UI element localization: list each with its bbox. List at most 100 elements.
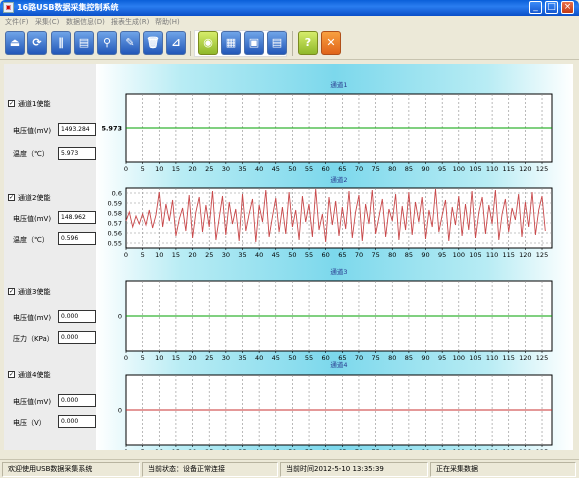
- channel-1-voltage-field[interactable]: 1493.284: [58, 123, 96, 136]
- chart-2-y-tick-label: 0.55: [108, 240, 122, 248]
- channel-4-voltage-label: 电压值(mV): [13, 398, 52, 406]
- channel-2-enable-checkbox[interactable]: ✓: [8, 194, 15, 201]
- chart-1-y-tick-label: 5.973: [101, 125, 122, 133]
- chart-3-title: 通道3: [330, 267, 347, 276]
- chart-1-x-tick-label: 45: [272, 165, 280, 173]
- toolbar-separator: [292, 31, 293, 56]
- chart-1-x-tick-label: 60: [322, 165, 330, 173]
- close-button[interactable]: ×: [561, 1, 574, 14]
- chart-4-x-tick-label: 80: [388, 448, 396, 450]
- open-icon[interactable]: ◉: [198, 31, 218, 55]
- chart-1-x-tick-label: 75: [371, 165, 379, 173]
- user-icon[interactable]: ⏏: [5, 31, 25, 55]
- channel-3-enable-label: 通道3使能: [18, 288, 51, 296]
- print-icon[interactable]: ▣: [244, 31, 264, 55]
- menu-acquire[interactable]: 采集(C): [35, 17, 59, 27]
- chart-2-x-tick-label: 65: [338, 251, 346, 259]
- menu-report[interactable]: 报表生成(R): [111, 17, 149, 27]
- chart-4-x-tick-label: 70: [355, 448, 363, 450]
- channel-2-measure-label: 温度（℃）: [13, 236, 49, 244]
- chart-4-x-tick-label: 60: [322, 448, 330, 450]
- close-icon[interactable]: ✕: [321, 31, 341, 55]
- table-icon[interactable]: ▦: [221, 31, 241, 55]
- chart-3-x-tick-label: 15: [172, 354, 180, 362]
- chart-4-x-tick-label: 15: [172, 448, 180, 450]
- channel-1-measure-field[interactable]: 5.973: [58, 147, 96, 160]
- channel-3-enable-checkbox[interactable]: ✓: [8, 288, 15, 295]
- menu-file[interactable]: 文件(F): [5, 17, 29, 27]
- chart-2-plot-area: [125, 187, 553, 249]
- chart-2-x-tick-label: 25: [205, 251, 213, 259]
- chart-2-x-tick-label: 30: [222, 251, 230, 259]
- channel-4-measure-label: 电压（V）: [13, 419, 46, 427]
- channel-3-voltage-label: 电压值(mV): [13, 314, 52, 322]
- chart-1-x-tick-label: 50: [288, 165, 296, 173]
- chart-1-x-tick-label: 90: [421, 165, 429, 173]
- status-activity: 正在采集数据: [430, 462, 576, 477]
- channel-4-voltage-field[interactable]: 0.000: [58, 394, 96, 407]
- chart-4-x-tick-label: 110: [486, 448, 498, 450]
- chart-4-x-tick-label: 55: [305, 448, 313, 450]
- chart-2-x-tick-label: 0: [124, 251, 128, 259]
- chart-1-x-tick-label: 110: [486, 165, 498, 173]
- chart-4-x-tick-label: 115: [503, 448, 515, 450]
- minimize-button[interactable]: _: [529, 1, 542, 14]
- chart-4-x-tick-label: 50: [288, 448, 296, 450]
- chart-2-x-tick-label: 100: [453, 251, 465, 259]
- chart-2-x-tick-label: 95: [438, 251, 446, 259]
- chart-3-x-tick-label: 120: [519, 354, 531, 362]
- chart-3-x-tick-label: 30: [222, 354, 230, 362]
- channel-1-enable-checkbox[interactable]: ✓: [8, 100, 15, 107]
- edit-icon[interactable]: ✎: [120, 31, 140, 55]
- menu-bar: 文件(F) 采集(C) 数据信息(D) 报表生成(R) 帮助(H): [0, 16, 579, 28]
- channel-2-measure-field[interactable]: 0.596: [58, 232, 96, 245]
- chart-2-x-tick-label: 5: [141, 251, 145, 259]
- chart-2-title: 通道2: [330, 175, 347, 184]
- maximize-button[interactable]: □: [545, 1, 558, 14]
- export-icon[interactable]: ▤: [267, 31, 287, 55]
- menu-data-info[interactable]: 数据信息(D): [66, 17, 105, 27]
- chart-2-x-tick-label: 75: [371, 251, 379, 259]
- refresh-icon[interactable]: ⟳: [27, 31, 47, 55]
- chart-2-x-tick-label: 120: [519, 251, 531, 259]
- channel-4-enable-checkbox[interactable]: ✓: [8, 371, 15, 378]
- chart-2-x-tick-label: 80: [388, 251, 396, 259]
- channel-4-measure-field[interactable]: 0.000: [58, 415, 96, 428]
- chart-2-x-tick-label: 90: [421, 251, 429, 259]
- channel-panel: ✓ 通道1使能 电压值(mV) 1493.284 温度（℃） 5.973 ✓ 通…: [4, 64, 96, 450]
- chart-4-x-tick-label: 120: [519, 448, 531, 450]
- chart-1-x-tick-label: 40: [255, 165, 263, 173]
- menu-help[interactable]: 帮助(H): [155, 17, 180, 27]
- chart-2-x-tick-label: 70: [355, 251, 363, 259]
- chart-1-x-tick-label: 120: [519, 165, 531, 173]
- channel-2-voltage-field[interactable]: 148.962: [58, 211, 96, 224]
- channel-3-measure-field[interactable]: 0.000: [58, 331, 96, 344]
- channel-3-voltage-field[interactable]: 0.000: [58, 310, 96, 323]
- chart-4-x-tick-label: 95: [438, 448, 446, 450]
- chart-3-x-tick-label: 55: [305, 354, 313, 362]
- chart-4-x-tick-label: 35: [238, 448, 246, 450]
- chart-3-x-tick-label: 115: [503, 354, 515, 362]
- channel-1-voltage-label: 电压值(mV): [13, 127, 52, 135]
- chart-3-x-tick-label: 50: [288, 354, 296, 362]
- pause-icon[interactable]: ∥: [51, 31, 71, 55]
- chart-2-x-tick-label: 35: [238, 251, 246, 259]
- document-icon[interactable]: ▤: [74, 31, 94, 55]
- chart-4-x-tick-label: 45: [272, 448, 280, 450]
- chart-4-x-tick-label: 105: [469, 448, 481, 450]
- chart-2-y-tick-label: 0.56: [108, 230, 122, 238]
- chart-1-x-tick-label: 125: [536, 165, 548, 173]
- status-bar: 欢迎使用USB数据采集系统 当前状态：设备正常连接 当前时间2012-5-10 …: [0, 459, 579, 478]
- chart-4-x-tick-label: 20: [188, 448, 196, 450]
- chart-1-x-tick-label: 35: [238, 165, 246, 173]
- status-welcome: 欢迎使用USB数据采集系统: [2, 462, 140, 477]
- window-title: 16路USB数据采集控制系统: [17, 3, 119, 12]
- chart-1-x-tick-label: 80: [388, 165, 396, 173]
- chart-icon[interactable]: ⊿: [166, 31, 186, 55]
- chart-2-x-tick-label: 10: [155, 251, 163, 259]
- delete-icon[interactable]: 🗑: [143, 31, 163, 55]
- chart-4-x-tick-label: 10: [155, 448, 163, 450]
- chart-2-y-tick-label: 0.57: [108, 220, 122, 228]
- search-icon[interactable]: ⚲: [97, 31, 117, 55]
- help-icon[interactable]: ?: [298, 31, 318, 55]
